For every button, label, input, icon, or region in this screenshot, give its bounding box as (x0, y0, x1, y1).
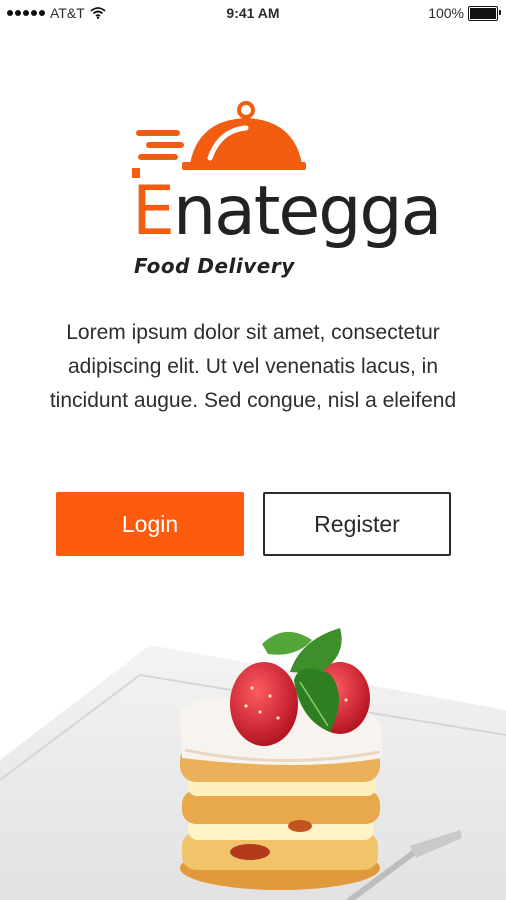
logo-rest: nategga (172, 172, 442, 251)
wifi-icon (90, 7, 106, 19)
battery-percentage: 100% (428, 5, 464, 21)
register-button[interactable]: Register (263, 492, 451, 556)
signal-icon (7, 10, 45, 16)
dessert-image (0, 628, 506, 900)
enatega-logo: Enategga Food Delivery (128, 96, 442, 282)
logo-wordmark: Enategga (132, 178, 442, 246)
battery-icon (468, 5, 501, 21)
logo-tagline: Food Delivery (134, 254, 295, 278)
carrier-label: AT&T (50, 5, 85, 21)
status-bar: AT&T 9:41 AM 100% (0, 0, 506, 28)
intro-description: Lorem ipsum dolor sit amet, consectetur … (49, 321, 457, 412)
status-left: AT&T (7, 5, 106, 21)
battery-fill (470, 7, 496, 19)
login-button[interactable]: Login (56, 492, 244, 556)
logo-first-letter: E (132, 172, 175, 251)
status-right: 100% (428, 5, 501, 21)
